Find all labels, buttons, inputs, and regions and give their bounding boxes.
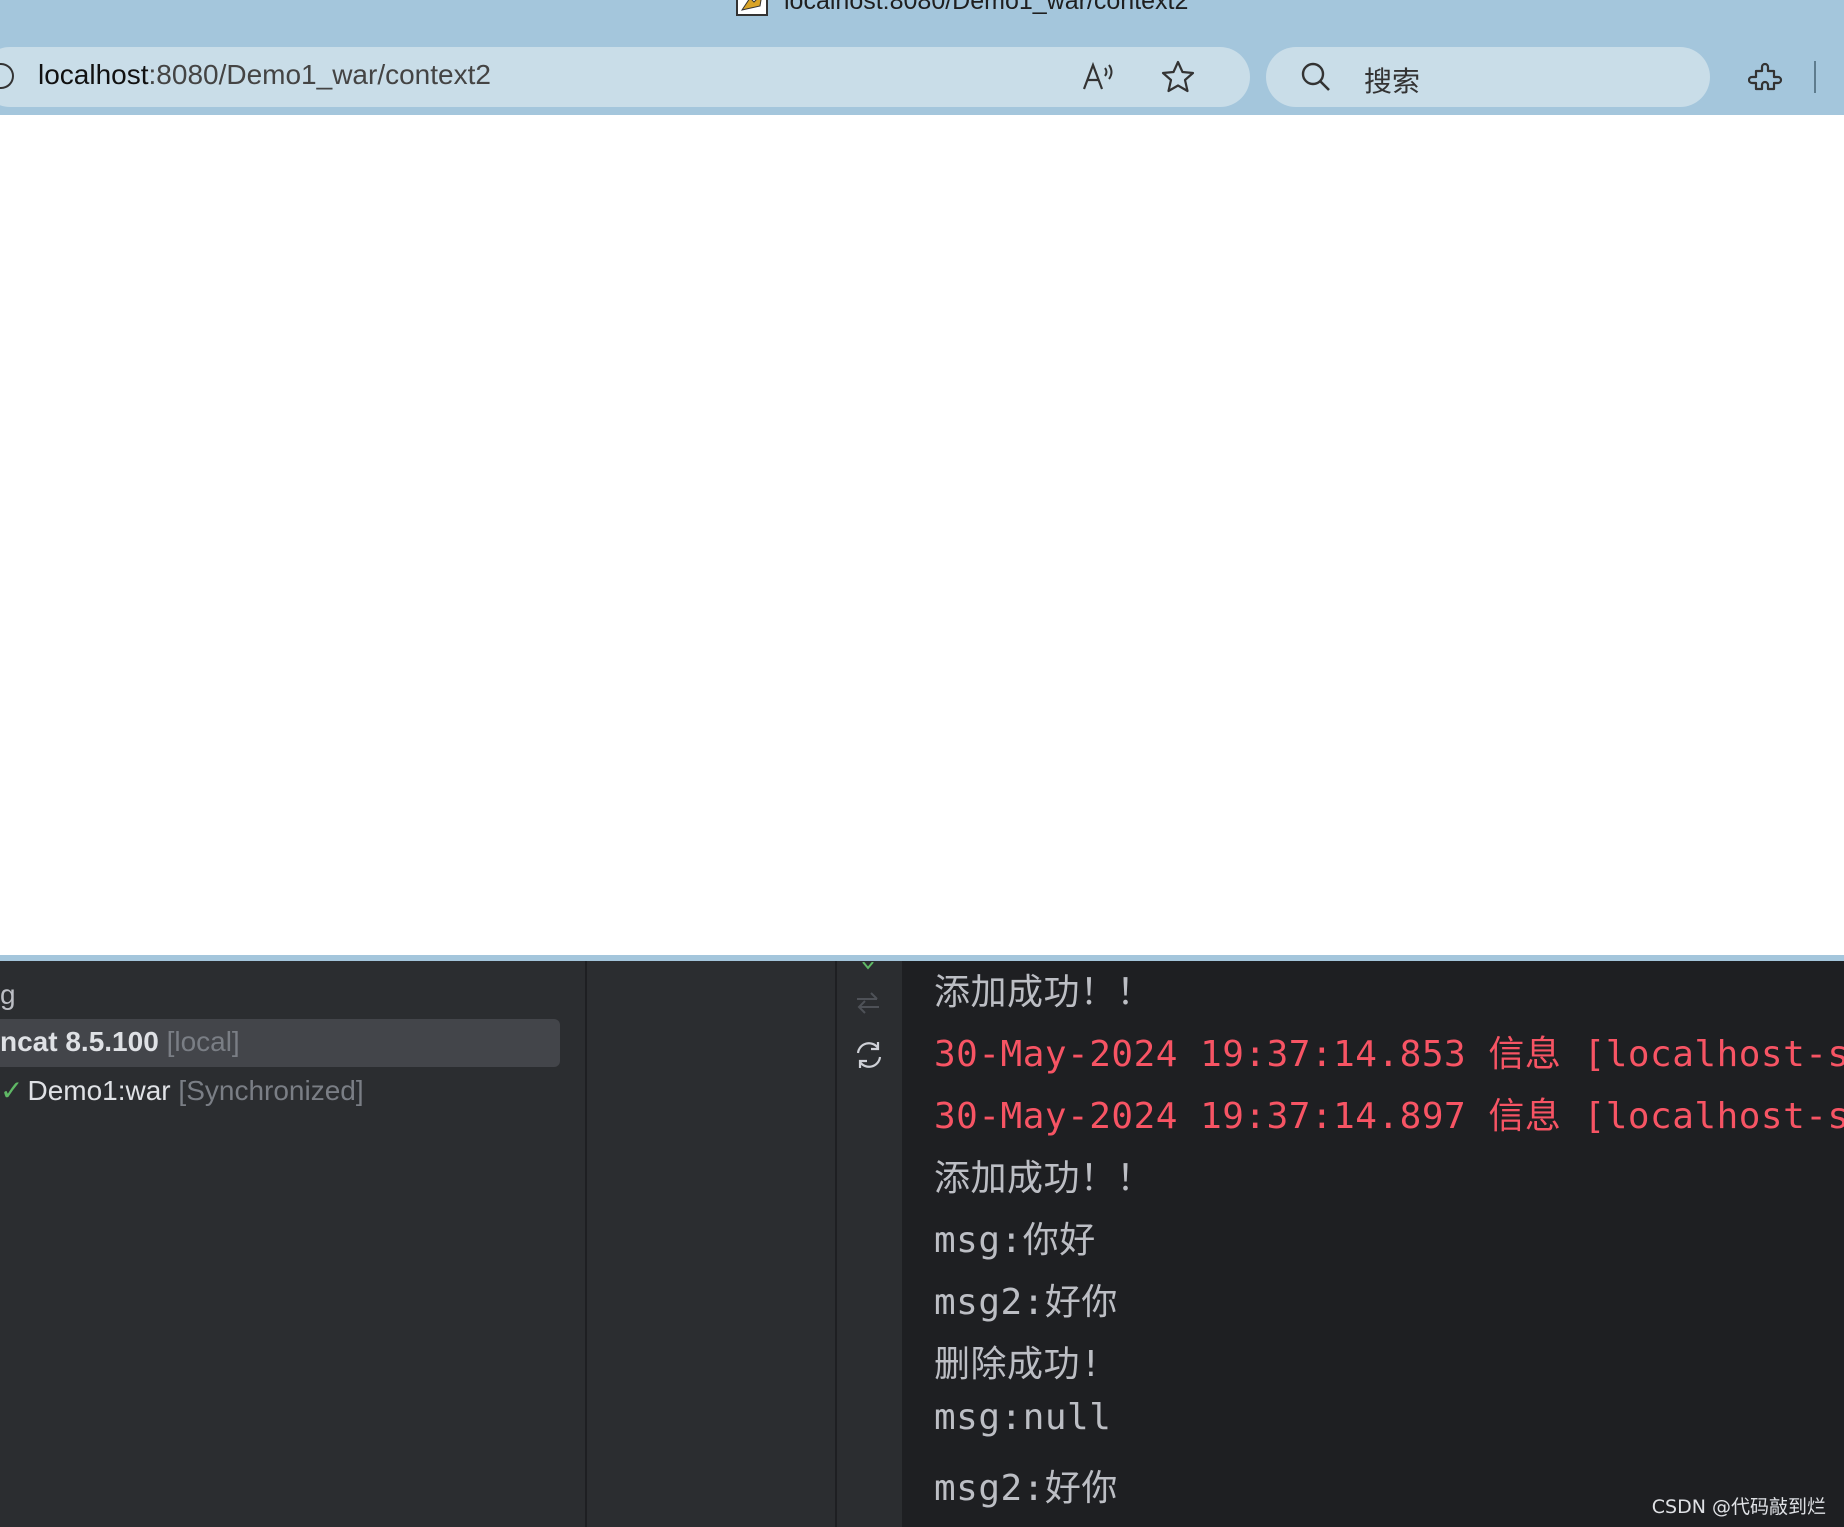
window-title: localhost:8080/Demo1_war/context2 [784, 0, 1189, 15]
toolbar-divider [1814, 61, 1816, 93]
server-name: ncat 8.5.100 [0, 1026, 159, 1057]
tree-root-label[interactable]: g [0, 979, 16, 1011]
favorite-star-icon[interactable] [1160, 59, 1196, 100]
check-icon: ✓ [0, 1075, 24, 1106]
search-box[interactable]: 搜索 [1266, 47, 1710, 107]
tree-item-artifact[interactable]: ✓ Demo1:war [Synchronized] [0, 1074, 364, 1107]
browser-titlebar: localhost:8080/Demo1_war/context2 [0, 0, 1844, 47]
console-line: 删除成功! [934, 1344, 1103, 1385]
page-content [0, 115, 1844, 955]
csdn-watermark: CSDN @代码敲到烂 [1651, 1496, 1826, 1518]
url-host: localhost [38, 59, 149, 90]
refresh-icon[interactable] [853, 1039, 885, 1076]
console-line: 30-May-2024 19:37:14.853 信息 [localhost-s [934, 1034, 1844, 1075]
artifact-tag: [Synchronized] [178, 1075, 364, 1106]
search-icon [1300, 61, 1332, 98]
tree-item-tomcat-server[interactable]: ncat 8.5.100 [local] [0, 1026, 240, 1058]
address-url[interactable]: localhost:8080/Demo1_war/context2 [38, 59, 491, 91]
address-bar[interactable]: localhost:8080/Demo1_war/context2 [0, 47, 1250, 107]
soft-wrap-icon[interactable] [853, 987, 883, 1022]
artifact-name: Demo1:war [27, 1075, 171, 1106]
browser-toolbar: localhost:8080/Demo1_war/context2 搜索 [0, 47, 1844, 115]
console-line: msg2:好你 [934, 1282, 1118, 1323]
console-line: 30-May-2024 19:37:14.897 信息 [localhost-s [934, 1096, 1844, 1137]
console-toolbar [837, 961, 902, 1527]
search-placeholder: 搜索 [1364, 66, 1421, 97]
console-line: msg:你好 [934, 1220, 1096, 1261]
site-info-icon[interactable] [0, 63, 14, 89]
services-detail-pane [587, 961, 835, 1527]
server-tag: [local] [166, 1026, 240, 1057]
read-aloud-icon[interactable] [1080, 59, 1116, 100]
console-line: msg2:好你 [934, 1468, 1118, 1509]
extensions-icon[interactable] [1747, 59, 1784, 100]
ide-services-panel: g ncat 8.5.100 [local] ✓ Demo1:war [Synch… [0, 961, 1844, 1527]
console-line: 添加成功！！ [934, 972, 1154, 1013]
scroll-to-end-icon[interactable] [853, 961, 883, 979]
console-output[interactable]: 添加成功！！ 30-May-2024 19:37:14.853 信息 [local… [902, 961, 1844, 1527]
services-tree: g ncat 8.5.100 [local] ✓ Demo1:war [Synch… [0, 961, 585, 1527]
url-path: :8080/Demo1_war/context2 [148, 59, 491, 90]
tomcat-favicon-icon [736, 0, 768, 16]
console-line: 添加成功！！ [934, 1158, 1154, 1199]
console-line: msg:null [934, 1397, 1112, 1438]
